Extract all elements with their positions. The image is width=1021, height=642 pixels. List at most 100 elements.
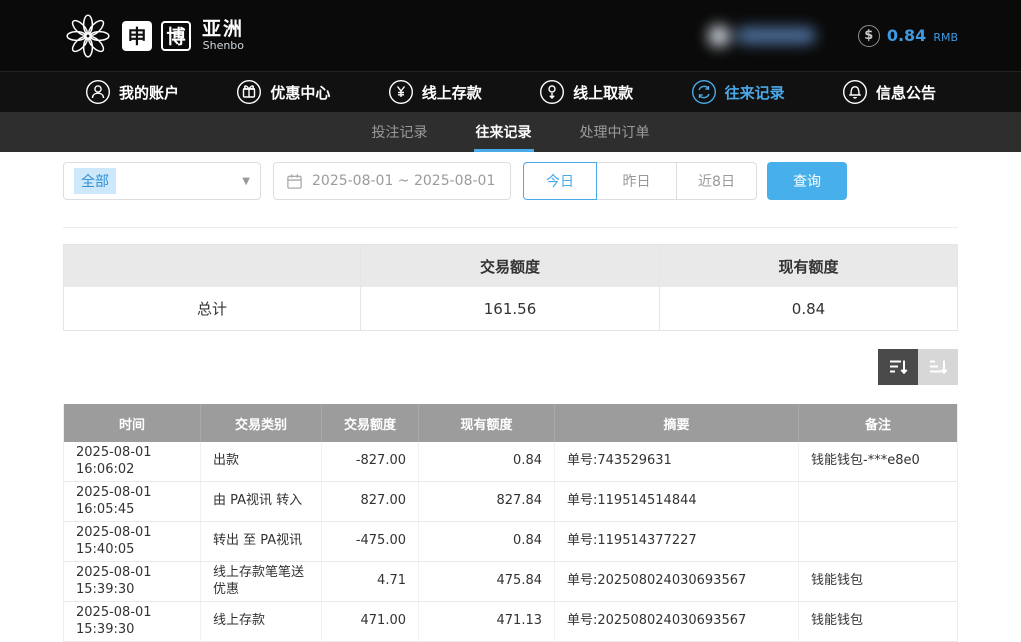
summary-header-transaction: 交易额度	[361, 245, 660, 287]
balance-amount: 0.84	[887, 26, 926, 45]
username-redacted[interactable]	[708, 21, 816, 51]
cell-type: 转出 至 PA视讯	[201, 522, 322, 561]
cell-amount: -475.00	[322, 522, 419, 561]
quick-date-group: 今日 昨日 近8日	[523, 162, 757, 200]
table-row: 2025-08-01 15:40:05 转出 至 PA视讯 -475.00 0.…	[64, 522, 957, 562]
nav-item-promotions[interactable]: 优惠中心	[236, 79, 330, 105]
cell-remark	[799, 522, 957, 561]
tab-label: 处理中订单	[580, 122, 650, 142]
last8days-button[interactable]: 近8日	[677, 162, 757, 200]
deposit-icon	[388, 79, 414, 105]
flower-logo-icon	[63, 11, 113, 61]
type-select[interactable]: 全部 ▼	[63, 162, 261, 200]
logo-char-shen: 申	[122, 21, 152, 51]
logo-char-bo: 博	[161, 21, 191, 51]
nav-item-my-account[interactable]: 我的账户	[85, 79, 179, 105]
cell-amount: 4.71	[322, 562, 419, 601]
cell-balance: 0.84	[419, 522, 555, 561]
cell-summary: 单号:202508024030693567	[555, 602, 799, 641]
col-header-remark: 备注	[799, 404, 957, 442]
cell-time: 2025-08-01 15:39:30	[64, 562, 201, 601]
cell-type: 线上存款	[201, 602, 322, 641]
nav-label: 优惠中心	[270, 82, 330, 103]
calendar-icon	[286, 173, 303, 190]
chevron-down-icon: ▼	[242, 176, 250, 187]
type-select-value: 全部	[74, 168, 116, 194]
table-row: 2025-08-01 15:39:30 线上存款 471.00 471.13 单…	[64, 602, 957, 642]
logo[interactable]: 申 博 亚洲 Shenbo	[63, 11, 244, 61]
top-header: 申 博 亚洲 Shenbo $ 0.84 RMB	[0, 0, 1021, 71]
cell-remark: 钱能钱包	[799, 602, 957, 641]
filter-bar: 全部 ▼ 2025-08-01 ~ 2025-08-01 今日 昨日 近8日 查…	[63, 162, 958, 200]
date-range-value: 2025-08-01 ~ 2025-08-01	[312, 173, 495, 189]
date-range-input[interactable]: 2025-08-01 ~ 2025-08-01	[273, 162, 511, 200]
gift-icon	[236, 79, 262, 105]
nav-item-announcements[interactable]: 信息公告	[842, 79, 936, 105]
table-row: 2025-08-01 16:06:02 出款 -827.00 0.84 单号:7…	[64, 442, 957, 482]
cell-remark: 钱能钱包	[799, 562, 957, 601]
cell-balance: 471.13	[419, 602, 555, 641]
nav-label: 信息公告	[876, 82, 936, 103]
user-icon	[85, 79, 111, 105]
bell-icon	[842, 79, 868, 105]
summary-balance-value: 0.84	[660, 287, 957, 330]
sort-asc-icon	[927, 356, 949, 378]
balance-display[interactable]: $ 0.84 RMB	[858, 25, 958, 47]
cell-time: 2025-08-01 16:06:02	[64, 442, 201, 481]
nav-label: 我的账户	[119, 82, 179, 103]
tab-transfer-records[interactable]: 往来记录	[474, 112, 534, 152]
summary-total-label: 总计	[64, 287, 361, 330]
cell-balance: 827.84	[419, 482, 555, 521]
username-blur	[736, 27, 816, 44]
today-button[interactable]: 今日	[523, 162, 597, 200]
logo-region-text: 亚洲	[202, 19, 244, 40]
tab-processing-orders[interactable]: 处理中订单	[578, 112, 652, 152]
col-header-summary: 摘要	[555, 404, 799, 442]
sort-desc-button[interactable]	[878, 349, 918, 385]
cell-type: 线上存款笔笔送优惠	[201, 562, 322, 601]
cell-balance: 0.84	[419, 442, 555, 481]
nav-item-deposit[interactable]: 线上存款	[388, 79, 482, 105]
withdraw-icon	[539, 79, 565, 105]
sub-nav: 投注记录 往来记录 处理中订单	[0, 112, 1021, 152]
nav-item-transfer-records[interactable]: 往来记录	[691, 79, 785, 105]
cell-summary: 单号:119514514844	[555, 482, 799, 521]
cell-amount: -827.00	[322, 442, 419, 481]
query-button[interactable]: 查询	[767, 162, 847, 200]
cell-time: 2025-08-01 15:40:05	[64, 522, 201, 561]
divider	[63, 227, 958, 228]
transfer-records-icon	[691, 79, 717, 105]
cell-summary: 单号:743529631	[555, 442, 799, 481]
main-nav: 我的账户 优惠中心 线上存款 线上取款	[0, 71, 1021, 112]
records-table: 时间 交易类别 交易额度 现有额度 摘要 备注 2025-08-01 16:06…	[63, 404, 958, 642]
yesterday-button[interactable]: 昨日	[597, 162, 677, 200]
nav-label: 往来记录	[725, 82, 785, 103]
tab-label: 往来记录	[476, 122, 532, 142]
summary-transaction-value: 161.56	[361, 287, 660, 330]
nav-item-withdraw[interactable]: 线上取款	[539, 79, 633, 105]
tab-betting-records[interactable]: 投注记录	[370, 112, 430, 152]
cell-amount: 471.00	[322, 602, 419, 641]
summary-table: 交易额度 现有额度 总计 161.56 0.84	[63, 244, 958, 331]
dollar-icon: $	[858, 25, 880, 47]
cell-remark: 钱能钱包-***e8e0	[799, 442, 957, 481]
table-header-row: 时间 交易类别 交易额度 现有额度 摘要 备注	[64, 404, 957, 442]
cell-remark	[799, 482, 957, 521]
cell-time: 2025-08-01 16:05:45	[64, 482, 201, 521]
top-right-area: $ 0.84 RMB	[708, 21, 958, 51]
nav-label: 线上取款	[573, 82, 633, 103]
table-row: 2025-08-01 16:05:45 由 PA视讯 转入 827.00 827…	[64, 482, 957, 522]
logo-subtitle: Shenbo	[203, 40, 244, 52]
cell-time: 2025-08-01 15:39:30	[64, 602, 201, 641]
cell-type: 出款	[201, 442, 322, 481]
table-row: 2025-08-01 15:39:30 线上存款笔笔送优惠 4.71 475.8…	[64, 562, 957, 602]
cell-balance: 475.84	[419, 562, 555, 601]
sort-bar	[63, 349, 958, 385]
balance-currency: RMB	[933, 31, 958, 44]
col-header-type: 交易类别	[201, 404, 322, 442]
sort-desc-icon	[887, 356, 909, 378]
sort-asc-button[interactable]	[918, 349, 958, 385]
summary-header-row: 交易额度 现有额度	[64, 245, 957, 287]
col-header-time: 时间	[64, 404, 201, 442]
summary-total-row: 总计 161.56 0.84	[64, 287, 957, 330]
